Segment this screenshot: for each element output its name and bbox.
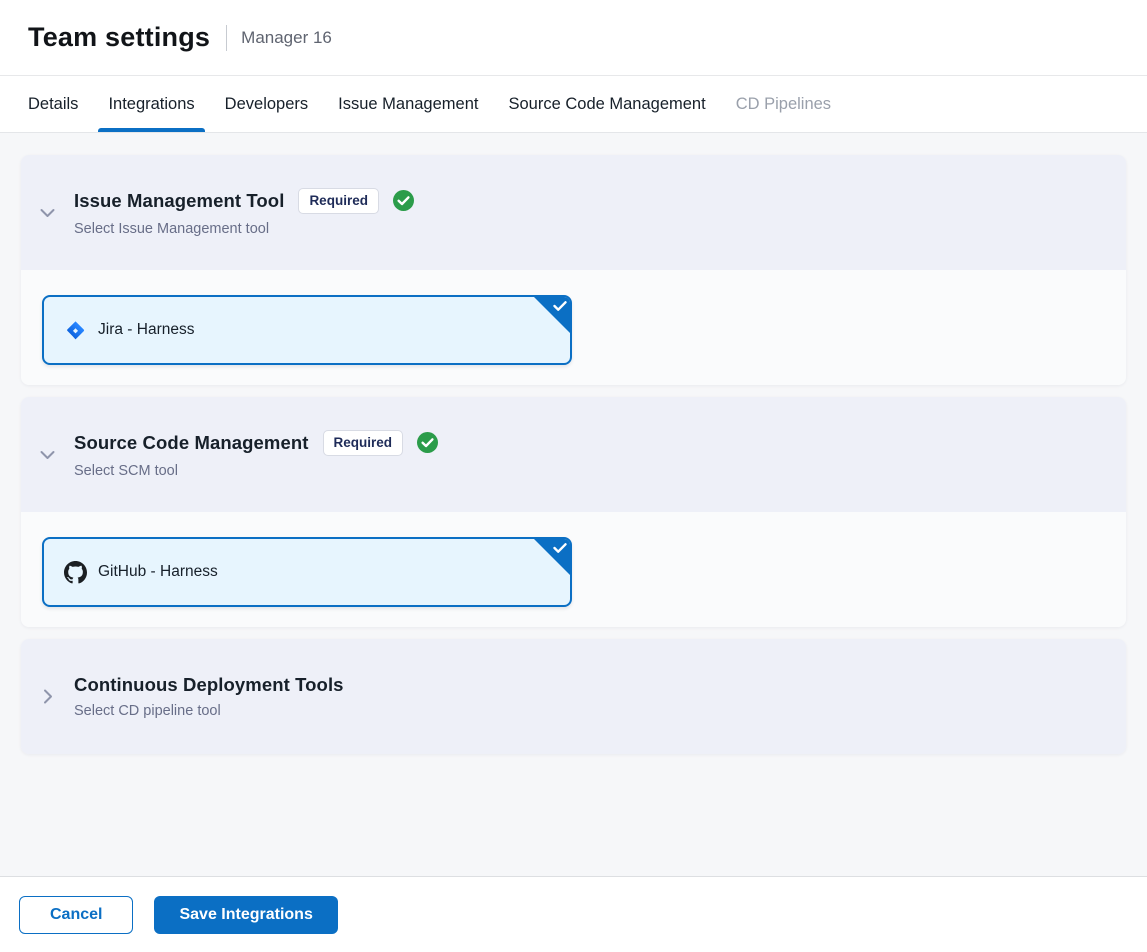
section-issue-management-body: Jira - Harness xyxy=(21,270,1126,385)
selected-check-icon xyxy=(533,296,571,334)
chevron-right-icon xyxy=(21,689,74,704)
jira-icon xyxy=(64,319,87,342)
tab-integrations[interactable]: Integrations xyxy=(98,76,204,132)
page-subtitle: Manager 16 xyxy=(241,28,332,48)
tool-card-label: Jira - Harness xyxy=(98,321,194,339)
section-scm-header[interactable]: Source Code Management Required Select S… xyxy=(21,397,1126,512)
tab-source-code-management[interactable]: Source Code Management xyxy=(498,76,715,132)
section-subtitle: Select Issue Management tool xyxy=(74,221,414,237)
completed-check-icon xyxy=(393,190,414,211)
integrations-content: Issue Management Tool Required Select Is… xyxy=(0,133,1147,876)
section-subtitle: Select SCM tool xyxy=(74,463,438,479)
tool-card-jira-harness[interactable]: Jira - Harness xyxy=(42,295,572,365)
save-integrations-button[interactable]: Save Integrations xyxy=(154,896,337,934)
section-issue-management-header[interactable]: Issue Management Tool Required Select Is… xyxy=(21,155,1126,270)
section-subtitle: Select CD pipeline tool xyxy=(74,703,344,719)
tab-issue-management[interactable]: Issue Management xyxy=(328,76,488,132)
page-header: Team settings Manager 16 xyxy=(0,0,1147,76)
tab-details[interactable]: Details xyxy=(18,76,88,132)
tool-card-label: GitHub - Harness xyxy=(98,563,218,581)
selected-check-icon xyxy=(533,538,571,576)
section-title: Issue Management Tool xyxy=(74,190,284,212)
completed-check-icon xyxy=(417,432,438,453)
title-divider xyxy=(226,25,227,51)
chevron-down-icon xyxy=(21,208,74,218)
section-title: Source Code Management xyxy=(74,432,309,454)
tool-card-github-harness[interactable]: GitHub - Harness xyxy=(42,537,572,607)
section-issue-management-tool: Issue Management Tool Required Select Is… xyxy=(21,155,1126,385)
tab-cd-pipelines: CD Pipelines xyxy=(726,76,841,132)
page-title: Team settings xyxy=(28,22,210,53)
tab-developers[interactable]: Developers xyxy=(215,76,318,132)
required-badge: Required xyxy=(298,188,379,215)
section-continuous-deployment-tools: Continuous Deployment Tools Select CD pi… xyxy=(21,639,1126,754)
section-cd-header[interactable]: Continuous Deployment Tools Select CD pi… xyxy=(21,639,1126,754)
github-icon xyxy=(64,561,87,584)
chevron-down-icon xyxy=(21,450,74,460)
cancel-button[interactable]: Cancel xyxy=(19,896,133,934)
team-settings-page: Team settings Manager 16 Details Integra… xyxy=(0,0,1147,952)
section-source-code-management: Source Code Management Required Select S… xyxy=(21,397,1126,627)
footer-action-bar: Cancel Save Integrations xyxy=(0,876,1147,952)
tab-bar: Details Integrations Developers Issue Ma… xyxy=(0,76,1147,133)
required-badge: Required xyxy=(323,430,404,457)
section-title: Continuous Deployment Tools xyxy=(74,674,344,696)
section-scm-body: GitHub - Harness xyxy=(21,512,1126,627)
